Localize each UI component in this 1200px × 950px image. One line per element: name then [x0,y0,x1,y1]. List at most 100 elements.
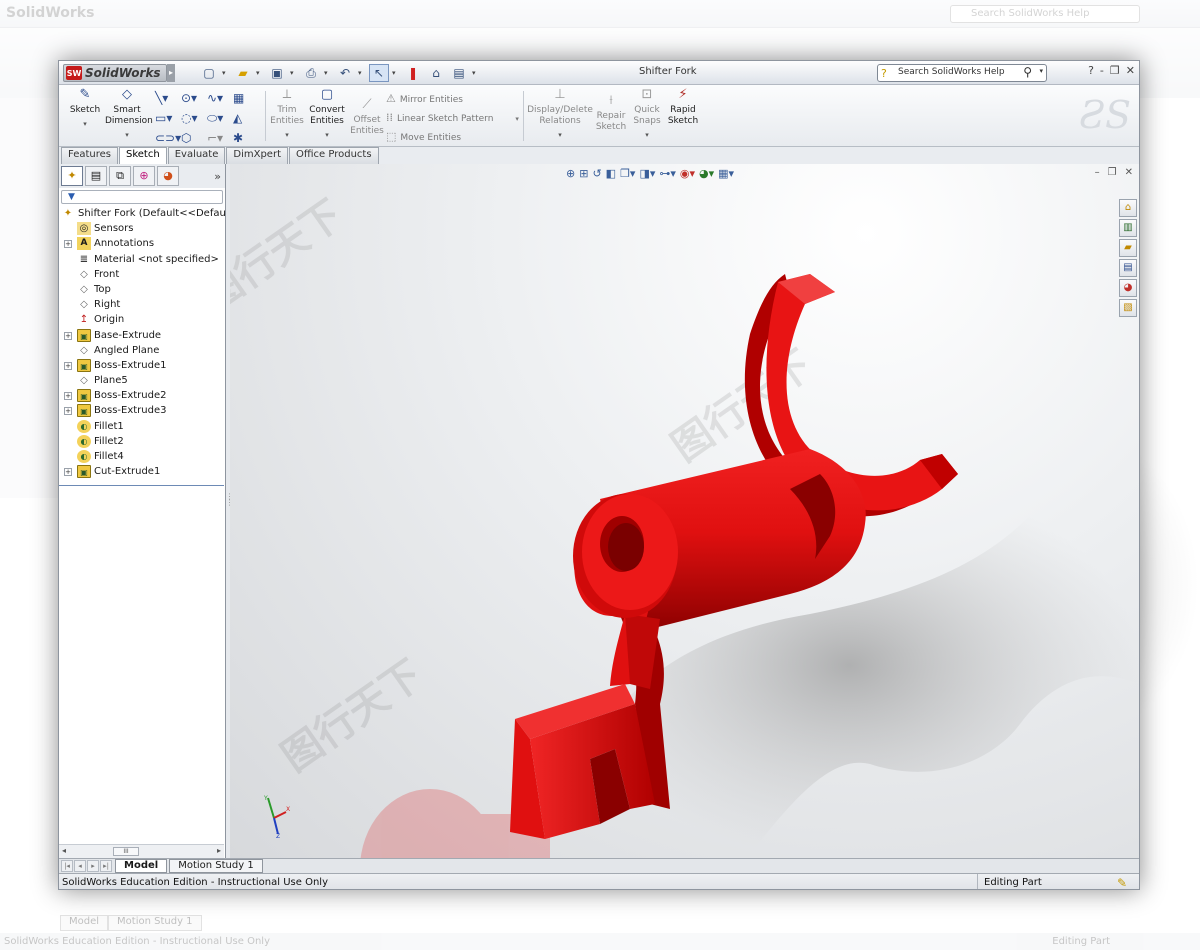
open-folder-icon[interactable]: ▰ [233,64,253,82]
undo-icon[interactable]: ↶ [335,64,355,82]
menu-pin-arrow[interactable]: ▸ [167,64,175,82]
expand-toggle-icon[interactable]: + [64,468,72,477]
trim-entities-button[interactable]: ⟂ Trim Entities ▾ [265,88,309,141]
close-button[interactable]: ✕ [1126,64,1135,77]
tree-item[interactable]: ◐ Fillet1 [59,419,225,434]
tree-item[interactable]: ◇ Top [59,282,225,297]
fillet-tool-icon[interactable]: ◭ [233,109,259,127]
tree-item[interactable]: ◎ Sensors [59,221,225,236]
property-manager-tab-icon[interactable]: ▤ [85,166,107,186]
spline-tool-icon[interactable]: ∿▾ [207,89,233,107]
graphics-area[interactable]: ⊕ ⊞ ↺ ◧ ❐▾ ◨▾ ⊶▾ ◉▾ ◕▾ ▦▾ – ❐ ✕ ⌂ ▥ ▰ ▤ … [230,164,1139,858]
file-properties-icon[interactable]: ⌂ [426,64,446,82]
expand-toggle-icon[interactable]: + [64,331,72,340]
new-document-icon[interactable]: ▢ [199,64,219,82]
help-search-input[interactable]: ? Search SolidWorks Help ⚲ ▾ [877,64,1047,82]
search-icon[interactable]: ⚲ [1023,65,1032,79]
chamfer-tool-icon[interactable]: ⌐▾ [207,129,233,147]
trim-dropdown-icon[interactable]: ▾ [265,130,309,141]
tree-item[interactable]: + ▣ Base-Extrude [59,328,225,343]
tab-sketch[interactable]: Sketch [119,147,167,164]
select-dropdown-icon[interactable]: ▾ [392,64,400,82]
new-dropdown-icon[interactable]: ▾ [222,64,230,82]
relations-dropdown-icon[interactable]: ▾ [527,130,593,141]
shifter-fork-model[interactable] [230,164,1139,858]
edit-pencil-icon[interactable]: ✎ [1117,875,1127,889]
tab-dimxpert[interactable]: DimXpert [226,147,288,164]
tree-item[interactable]: + ▣ Boss-Extrude2 [59,388,225,403]
rectangle-tool-icon[interactable]: ▭▾ [155,109,181,127]
mirror-entities-button[interactable]: ⚠ Mirror Entities [386,89,519,108]
expand-toggle-icon[interactable]: + [64,407,72,416]
minimize-button[interactable]: - [1100,64,1104,77]
select-pointer-icon[interactable]: ↖ [369,64,389,82]
expand-toggle-icon[interactable]: + [64,392,72,401]
last-tab-icon[interactable]: ▸| [100,860,112,872]
open-dropdown-icon[interactable]: ▾ [256,64,264,82]
tree-item[interactable]: ◇ Front [59,267,225,282]
smart-dimension-button[interactable]: ◇ Smart Dimension ▾ [105,88,153,141]
tree-item[interactable]: + A Annotations [59,236,225,251]
options-dropdown-icon[interactable]: ▾ [472,64,480,82]
next-tab-icon[interactable]: ▸ [87,860,99,872]
tree-item[interactable]: ◇ Plane5 [59,373,225,388]
slot-tool-icon[interactable]: ⊂⊃▾ [155,129,181,147]
display-manager-tab-icon[interactable]: ◕ [157,166,179,186]
print-icon[interactable]: ⎙ [301,64,321,82]
print-dropdown-icon[interactable]: ▾ [324,64,332,82]
tab-model[interactable]: Model [115,859,168,873]
sketch-dropdown-icon[interactable]: ▾ [63,119,107,130]
tree-item[interactable]: ◐ Fillet4 [59,449,225,464]
tree-item[interactable]: ↥ Origin [59,312,225,327]
expand-toggle-icon[interactable]: + [64,361,72,370]
restore-button[interactable]: ❐ [1110,64,1120,77]
linear-sketch-pattern-button[interactable]: ⁞⁞ Linear Sketch Pattern ▾ [386,108,519,127]
line-tool-icon[interactable]: ╲▾ [155,89,181,107]
tree-item[interactable]: + ▣ Boss-Extrude1 [59,358,225,373]
scroll-left-icon[interactable]: ◂ [62,846,66,855]
convert-dropdown-icon[interactable]: ▾ [305,130,349,141]
save-dropdown-icon[interactable]: ▾ [290,64,298,82]
save-icon[interactable]: ▣ [267,64,287,82]
scroll-thumb[interactable]: III [113,847,139,856]
ellipse-tool-icon[interactable]: ⬭▾ [207,109,233,127]
polygon-tool-icon[interactable]: ⬡ [181,129,207,147]
tree-item[interactable]: ◇ Angled Plane [59,343,225,358]
expand-panel-icon[interactable]: » [214,170,221,183]
help-menu-button[interactable]: ? [1088,64,1094,77]
rollback-bar[interactable] [59,485,224,486]
tab-features[interactable]: Features [61,147,118,164]
search-dropdown-icon[interactable]: ▾ [1039,67,1043,75]
tab-office-products[interactable]: Office Products [289,147,379,164]
first-tab-icon[interactable]: |◂ [61,860,73,872]
feature-manager-tab-icon[interactable]: ✦ [61,166,83,186]
tree-item[interactable]: + ▣ Boss-Extrude3 [59,403,225,418]
display-delete-relations-button[interactable]: ⊥ Display/Delete Relations ▾ [527,88,593,141]
expand-toggle-icon[interactable]: + [64,240,72,249]
tab-motion-study[interactable]: Motion Study 1 [169,859,263,873]
rebuild-traffic-light-icon[interactable]: ❚ [403,64,423,82]
quick-snaps-dropdown-icon[interactable]: ▾ [625,130,669,141]
horizontal-scrollbar[interactable]: ◂ III ▸ [59,844,224,858]
rapid-sketch-button[interactable]: ⚡ Rapid Sketch [661,88,705,127]
prev-tab-icon[interactable]: ◂ [74,860,86,872]
convert-entities-button[interactable]: ▢ Convert Entities ▾ [305,88,349,141]
tree-item[interactable]: + ▣ Cut-Extrude1 [59,464,225,479]
move-entities-button[interactable]: ⬚ Move Entities [386,127,519,146]
scroll-right-icon[interactable]: ▸ [217,846,221,855]
smart-dimension-dropdown-icon[interactable]: ▾ [105,130,149,141]
tree-item[interactable]: ◐ Fillet2 [59,434,225,449]
app-menu-button[interactable]: SW SolidWorks [63,64,167,82]
undo-dropdown-icon[interactable]: ▾ [358,64,366,82]
text-tool-icon[interactable]: ▦ [233,89,259,107]
tree-filter-input[interactable]: ▼ [61,190,223,204]
tree-root-item[interactable]: ✦ Shifter Fork (Default<<Default> [59,206,241,221]
options-icon[interactable]: ▤ [449,64,469,82]
offset-entities-button[interactable]: ⟋ Offset Entities [345,98,389,137]
tab-evaluate[interactable]: Evaluate [167,147,226,164]
tree-item[interactable]: ≣ Material <not specified> [59,252,225,267]
configuration-manager-tab-icon[interactable]: ⧉ [109,166,131,186]
circle-tool-icon[interactable]: ⊙▾ [181,89,207,107]
arc-tool-icon[interactable]: ◌▾ [181,109,207,127]
sketch-button[interactable]: ✎ Sketch ▾ [63,88,107,130]
